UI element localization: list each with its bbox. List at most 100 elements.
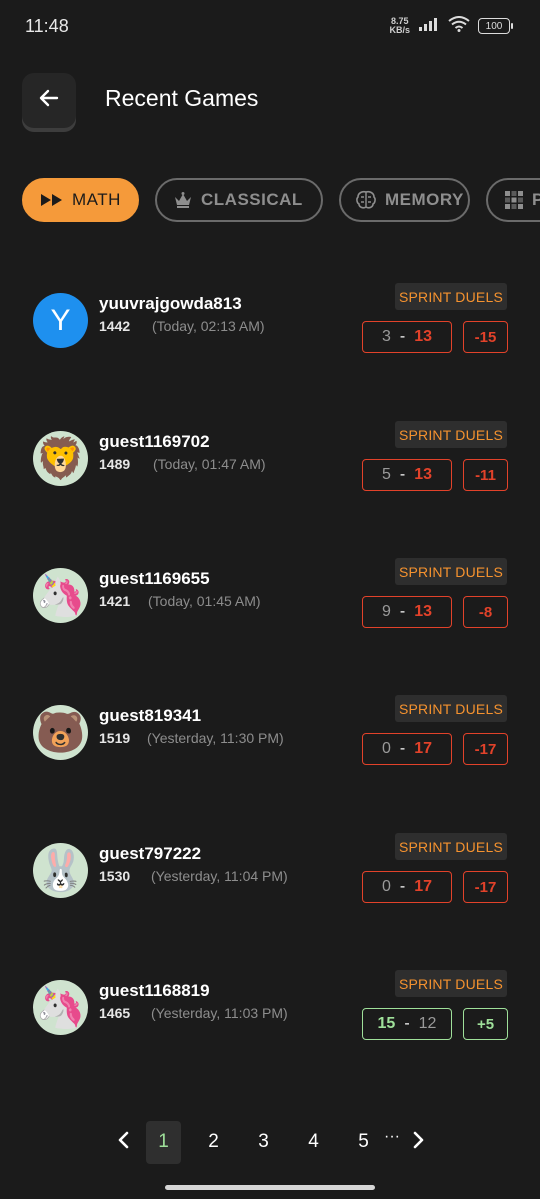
tab-label: MEMORY xyxy=(385,190,464,209)
game-row[interactable]: 🦄 guest1169655 1421 (Today, 01:45 AM) SP… xyxy=(0,558,540,668)
score-box: 15 - 12 xyxy=(362,1008,452,1040)
my-score: 3 xyxy=(381,328,391,345)
opponent-score: 13 xyxy=(414,466,433,483)
page-4-button[interactable]: 4 xyxy=(296,1121,331,1164)
opponent-username: guest819341 xyxy=(99,706,202,725)
game-row[interactable]: 🐰 guest797222 1530 (Yesterday, 11:04 PM)… xyxy=(0,833,540,943)
my-score: 0 xyxy=(381,740,391,757)
brain-icon xyxy=(355,190,377,210)
avatar-emoji: 🐻 xyxy=(35,711,86,755)
battery-level: 100 xyxy=(485,20,503,32)
opponent-username: guest1169702 xyxy=(99,432,210,451)
status-icons: 8.75 KB/s 100 xyxy=(389,15,513,37)
game-timestamp: (Yesterday, 11:30 PM) xyxy=(147,730,284,746)
page-5-button[interactable]: 5 xyxy=(346,1121,381,1164)
opponent-score: 13 xyxy=(414,328,433,345)
rabbit-avatar: 🐰 xyxy=(33,843,88,898)
tab-math[interactable]: MATH xyxy=(22,178,139,222)
rating-delta: -17 xyxy=(463,733,508,765)
opponent-username: guest1168819 xyxy=(99,981,210,1000)
opponent-rating: 1489 xyxy=(99,456,131,472)
rating-delta: -11 xyxy=(463,459,508,491)
status-time: 11:48 xyxy=(25,15,69,36)
game-timestamp: (Yesterday, 11:04 PM) xyxy=(151,868,288,884)
page-2-button[interactable]: 2 xyxy=(196,1121,231,1164)
score-separator: - xyxy=(399,603,406,620)
opponent-username: guest1169655 xyxy=(99,569,210,588)
game-timestamp: (Today, 01:45 AM) xyxy=(148,593,261,609)
game-timestamp: (Yesterday, 11:03 PM) xyxy=(151,1005,288,1021)
network-speed: 8.75 KB/s xyxy=(389,17,410,35)
opponent-score: 13 xyxy=(414,603,433,620)
opponent-rating: 1465 xyxy=(99,1005,131,1021)
game-mode-badge: SPRINT DUELS xyxy=(394,421,507,448)
next-page-button[interactable] xyxy=(404,1131,434,1154)
status-bar: 11:48 8.75 KB/s 100 xyxy=(0,0,540,56)
opponent-rating: 1530 xyxy=(99,868,131,884)
score-separator: - xyxy=(399,878,406,895)
chevron-right-icon xyxy=(413,1131,425,1154)
network-speed-unit: KB/s xyxy=(389,25,410,35)
arrow-left-icon xyxy=(37,86,61,115)
battery-icon: 100 xyxy=(478,18,513,34)
score-box: 5 - 13 xyxy=(362,459,452,491)
tab-label: CLASSICAL xyxy=(201,190,303,209)
opponent-username: guest797222 xyxy=(99,844,202,863)
game-timestamp: (Today, 01:47 AM) xyxy=(153,456,266,472)
rating-delta: -8 xyxy=(463,596,508,628)
tab-classical[interactable]: CLASSICAL xyxy=(155,178,323,222)
score-separator: - xyxy=(399,328,406,345)
crown-icon xyxy=(173,191,193,209)
game-row[interactable]: 🦁 guest1169702 1489 (Today, 01:47 AM) SP… xyxy=(0,421,540,531)
avatar: Y xyxy=(33,293,88,348)
avatar-emoji: 🦁 xyxy=(35,437,86,481)
tab-label: P xyxy=(532,190,540,209)
pagination: 1 2 3 4 5 ··· xyxy=(108,1120,434,1164)
opponent-username: yuuvrajgowda813 xyxy=(99,294,242,313)
game-row[interactable]: Y yuuvrajgowda813 1442 (Today, 02:13 AM)… xyxy=(0,283,540,393)
avatar-emoji: 🦄 xyxy=(35,986,86,1030)
avatar-emoji: 🦄 xyxy=(35,574,86,618)
game-mode-badge: SPRINT DUELS xyxy=(394,833,507,860)
opponent-score: 17 xyxy=(414,878,433,895)
tab-label: MATH xyxy=(72,190,121,209)
my-score: 9 xyxy=(381,603,391,620)
page-3-button[interactable]: 3 xyxy=(246,1121,281,1164)
game-mode-badge: SPRINT DUELS xyxy=(394,970,507,997)
my-score: 5 xyxy=(381,466,391,483)
rating-delta: +5 xyxy=(463,1008,508,1040)
tab-puzzle[interactable]: P xyxy=(486,178,540,222)
score-box: 3 - 13 xyxy=(362,321,452,353)
score-box: 0 - 17 xyxy=(362,871,452,903)
opponent-rating: 1442 xyxy=(99,318,131,334)
my-score: 0 xyxy=(381,878,391,895)
game-mode-badge: SPRINT DUELS xyxy=(394,558,507,585)
unicorn-avatar: 🦄 xyxy=(33,568,88,623)
my-score: 15 xyxy=(377,1015,396,1032)
game-type-tabs: MATH CLASSICAL MEMORY P xyxy=(22,178,540,224)
game-timestamp: (Today, 02:13 AM) xyxy=(152,318,265,334)
avatar-emoji: 🐰 xyxy=(35,849,86,893)
pagination-ellipsis: ··· xyxy=(384,1128,400,1145)
game-row[interactable]: 🦄 guest1168819 1465 (Yesterday, 11:03 PM… xyxy=(0,970,540,1080)
score-separator: - xyxy=(404,1015,410,1032)
signal-icon xyxy=(418,17,440,36)
avatar-letter: Y xyxy=(50,303,71,337)
chevron-left-icon xyxy=(117,1131,129,1154)
rating-delta: -17 xyxy=(463,871,508,903)
opponent-score: 12 xyxy=(418,1015,437,1032)
home-indicator[interactable] xyxy=(165,1185,375,1190)
back-button[interactable] xyxy=(22,73,76,128)
page-1-button[interactable]: 1 xyxy=(146,1120,181,1164)
prev-page-button[interactable] xyxy=(108,1131,138,1154)
fast-forward-icon xyxy=(40,193,64,207)
score-box: 0 - 17 xyxy=(362,733,452,765)
score-box: 9 - 13 xyxy=(362,596,452,628)
tab-memory[interactable]: MEMORY xyxy=(339,178,470,222)
grid-icon xyxy=(504,190,524,210)
opponent-rating: 1421 xyxy=(99,593,131,609)
game-row[interactable]: 🐻 guest819341 1519 (Yesterday, 11:30 PM)… xyxy=(0,695,540,805)
wifi-icon xyxy=(448,15,470,37)
bear-avatar: 🐻 xyxy=(33,705,88,760)
opponent-score: 17 xyxy=(414,740,433,757)
